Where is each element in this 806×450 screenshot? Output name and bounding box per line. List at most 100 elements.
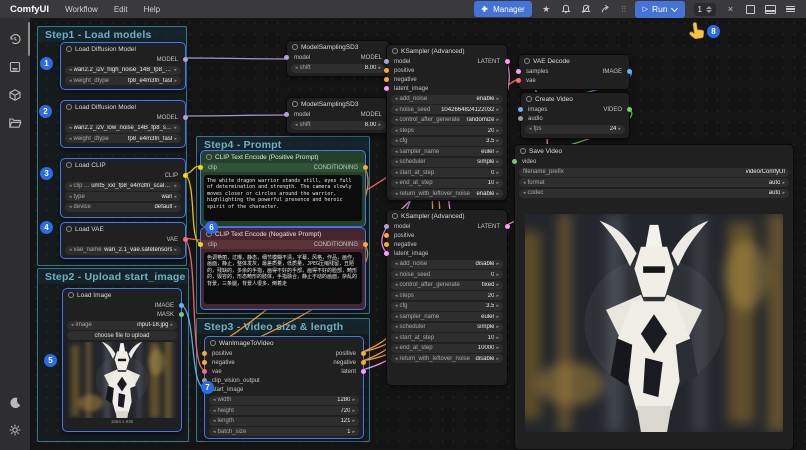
node-header[interactable]: Load CLIP — [61, 159, 185, 171]
menu-edit[interactable]: Edit — [114, 5, 128, 14]
widget-end-at-step[interactable]: ◂ end_at_step 10 ▸ — [391, 178, 503, 188]
widget-weight-dtype[interactable]: ◂ weight_dtype fp8_e4m3fn_fast ▸ — [65, 134, 181, 143]
collapse-icon[interactable] — [526, 96, 532, 102]
node-load-clip[interactable]: Load CLIP CLIP ◂ clip ... umt5_xxl_fp8_e4m… — [60, 158, 188, 218]
widget-device[interactable]: ◂ device default ▸ — [65, 202, 181, 212]
widget-return-leftover-noise[interactable]: ◂ return_with_leftover_noise enable ▸ — [391, 189, 503, 198]
slot-audio-input[interactable] — [518, 116, 523, 121]
slot-latent-output[interactable] — [361, 369, 366, 374]
node-header[interactable]: CLIP Text Encode (Positive Prompt) — [201, 151, 365, 163]
slot-vae-input[interactable] — [516, 78, 521, 83]
slot-video-input[interactable] — [512, 159, 517, 164]
node-header[interactable]: ModelSamplingSD3 — [287, 98, 389, 110]
widget-noise-seed[interactable]: ◂ noise_seed 0 ▸ — [391, 270, 503, 279]
widget-format[interactable]: ◂ format auto ▸ — [519, 178, 789, 187]
node-load-vae[interactable]: Load VAE VAE ◂ vae_name wan_2.1_vae.safete… — [60, 222, 188, 259]
slot-latent-image-input[interactable] — [384, 86, 389, 91]
node-header[interactable]: Load Diffusion Model — [61, 43, 185, 55]
collapse-icon[interactable] — [66, 46, 72, 52]
slot-clip-input[interactable] — [198, 165, 203, 170]
node-ksampler-advanced-1[interactable]: KSampler (Advanced) model LATENT positive… — [384, 44, 510, 201]
slot-model-output[interactable] — [183, 57, 188, 62]
positive-prompt-text[interactable]: The white dragon warrior stands still, e… — [204, 175, 362, 221]
slot-positive-output[interactable] — [361, 351, 366, 356]
widget-scheduler[interactable]: ◂ scheduler simple ▸ — [391, 322, 503, 332]
widget-end-at-step[interactable]: ◂ end_at_step 10000 ▸ — [391, 343, 503, 353]
collapse-icon[interactable] — [292, 44, 298, 50]
widget-scheduler[interactable]: ◂ scheduler simple ▸ — [391, 157, 503, 167]
node-clip-text-encode-negative[interactable]: CLIP Text Encode (Negative Prompt) clip C… — [198, 227, 368, 310]
widget-weight-dtype[interactable]: ◂ weight_dtype fp8_e4m3fn_fast ▸ — [65, 76, 181, 85]
settings-icon[interactable] — [8, 423, 22, 437]
close-icon[interactable]: × — [725, 4, 736, 15]
node-ksampler-advanced-2[interactable]: KSampler (Advanced) model LATENT positive… — [384, 209, 510, 386]
widget-steps[interactable]: ◂ steps 20 ▸ — [391, 126, 503, 135]
share-icon[interactable] — [601, 4, 612, 15]
widget-image-file[interactable]: ◂ image input-18.jpg ▸ — [67, 320, 177, 330]
collapse-icon[interactable] — [524, 58, 530, 64]
widget-control-after-generate[interactable]: ◂ control_after_generate fixed ▸ — [391, 280, 503, 290]
node-create-video[interactable]: Create Video images VIDEO audio ◂ fps 24 ▸ — [518, 92, 632, 139]
upload-button[interactable]: choose file to upload — [67, 331, 177, 340]
node-modelsampling-1[interactable]: ModelSamplingSD3 model MODEL ◂ shift 8.00 ▸ — [284, 40, 392, 77]
slot-model-input[interactable] — [384, 224, 389, 229]
widget-type[interactable]: ◂ type wan ▸ — [65, 192, 181, 201]
slot-negative-input[interactable] — [202, 360, 207, 365]
menu-workflow[interactable]: Workflow — [65, 5, 98, 14]
slot-negative-output[interactable] — [361, 360, 366, 365]
queue-icon[interactable] — [8, 60, 22, 74]
widget-sampler-name[interactable]: ◂ sampler_name euler ▸ — [391, 147, 503, 156]
widget-add-noise[interactable]: ◂ add_noise disable ▸ — [391, 259, 503, 269]
stepper-arrows[interactable] — [706, 5, 712, 13]
node-header[interactable]: Load VAE — [61, 223, 185, 235]
bell-slash-icon[interactable] — [581, 4, 592, 15]
node-header[interactable]: Load Diffusion Model — [61, 101, 185, 113]
drag-handle[interactable]: ⠿ — [621, 5, 627, 14]
slot-mask-output[interactable] — [179, 312, 184, 317]
widget-height[interactable]: ◂ height 720 ▸ — [209, 406, 359, 415]
slot-latent-output[interactable] — [505, 59, 510, 64]
star-icon[interactable]: ★ — [541, 4, 552, 15]
slot-clip-input[interactable] — [198, 242, 203, 247]
menu-help[interactable]: Help — [144, 5, 160, 14]
panel-icon[interactable] — [765, 4, 776, 15]
node-save-video[interactable]: Save Video video filename_prefix video/Co… — [512, 144, 794, 450]
widget-vae-name[interactable]: ◂ vae_name wan_2.1_vae.safetensors ▸ — [65, 245, 181, 255]
batch-count-stepper[interactable]: 1 — [693, 2, 716, 16]
chevron-down-icon[interactable] — [670, 4, 678, 12]
widget-unet-name[interactable]: ◂wan2.2_i2v_low_noise_14B_fp8_scaled.saf… — [65, 123, 181, 133]
slot-negative-input[interactable] — [384, 242, 389, 247]
group-step3-title[interactable]: Step3 - Video size & length — [197, 319, 369, 334]
slot-positive-input[interactable] — [202, 351, 207, 356]
widget-fps[interactable]: ◂ fps 24 ▸ — [525, 124, 625, 134]
node-load-diffusion-model-1[interactable]: Load Diffusion Model MODEL ◂ wan2.2_i2v_h… — [60, 42, 188, 90]
widget-return-leftover-noise[interactable]: ◂ return_with_leftover_noise disable ▸ — [391, 354, 503, 363]
slot-model-input[interactable] — [284, 112, 289, 117]
slot-negative-input[interactable] — [384, 77, 389, 82]
slot-image-output[interactable] — [179, 303, 184, 308]
slot-latent-image-input[interactable] — [384, 251, 389, 256]
collapse-icon[interactable] — [210, 340, 216, 346]
collapse-icon[interactable] — [392, 48, 398, 54]
collapse-icon[interactable] — [292, 101, 298, 107]
bell-icon[interactable] — [561, 4, 572, 15]
widget-add-noise[interactable]: ◂ add_noise enable ▸ — [391, 94, 503, 104]
node-header[interactable]: ModelSamplingSD3 — [287, 41, 389, 53]
widget-noise-seed[interactable]: ◂ noise_seed 1042664824122032 ▸ — [391, 105, 503, 114]
slot-model-output[interactable] — [183, 115, 188, 120]
slot-clip-output[interactable] — [183, 173, 188, 178]
workflows-icon[interactable] — [8, 116, 22, 130]
node-header[interactable]: Load Image — [63, 289, 181, 301]
run-button[interactable]: ▷ Run — [634, 0, 685, 18]
slot-conditioning-output[interactable] — [363, 165, 368, 170]
node-wan-image-to-video[interactable]: WanImageToVideo positive positive negativ… — [202, 336, 366, 439]
widget-codec[interactable]: ◂ codec auto ▸ — [519, 188, 789, 198]
widget-steps[interactable]: ◂ steps 20 ▸ — [391, 291, 503, 300]
widget-width[interactable]: ◂ width 1280 ▸ — [209, 395, 359, 405]
slot-video-output[interactable] — [627, 107, 632, 112]
collapse-icon[interactable] — [206, 154, 212, 160]
slot-vae-input[interactable] — [202, 369, 207, 374]
widget-shift[interactable]: ◂ shift 8.00 ▸ — [291, 63, 385, 73]
collapse-icon[interactable] — [392, 213, 398, 219]
collapse-icon[interactable] — [66, 226, 72, 232]
